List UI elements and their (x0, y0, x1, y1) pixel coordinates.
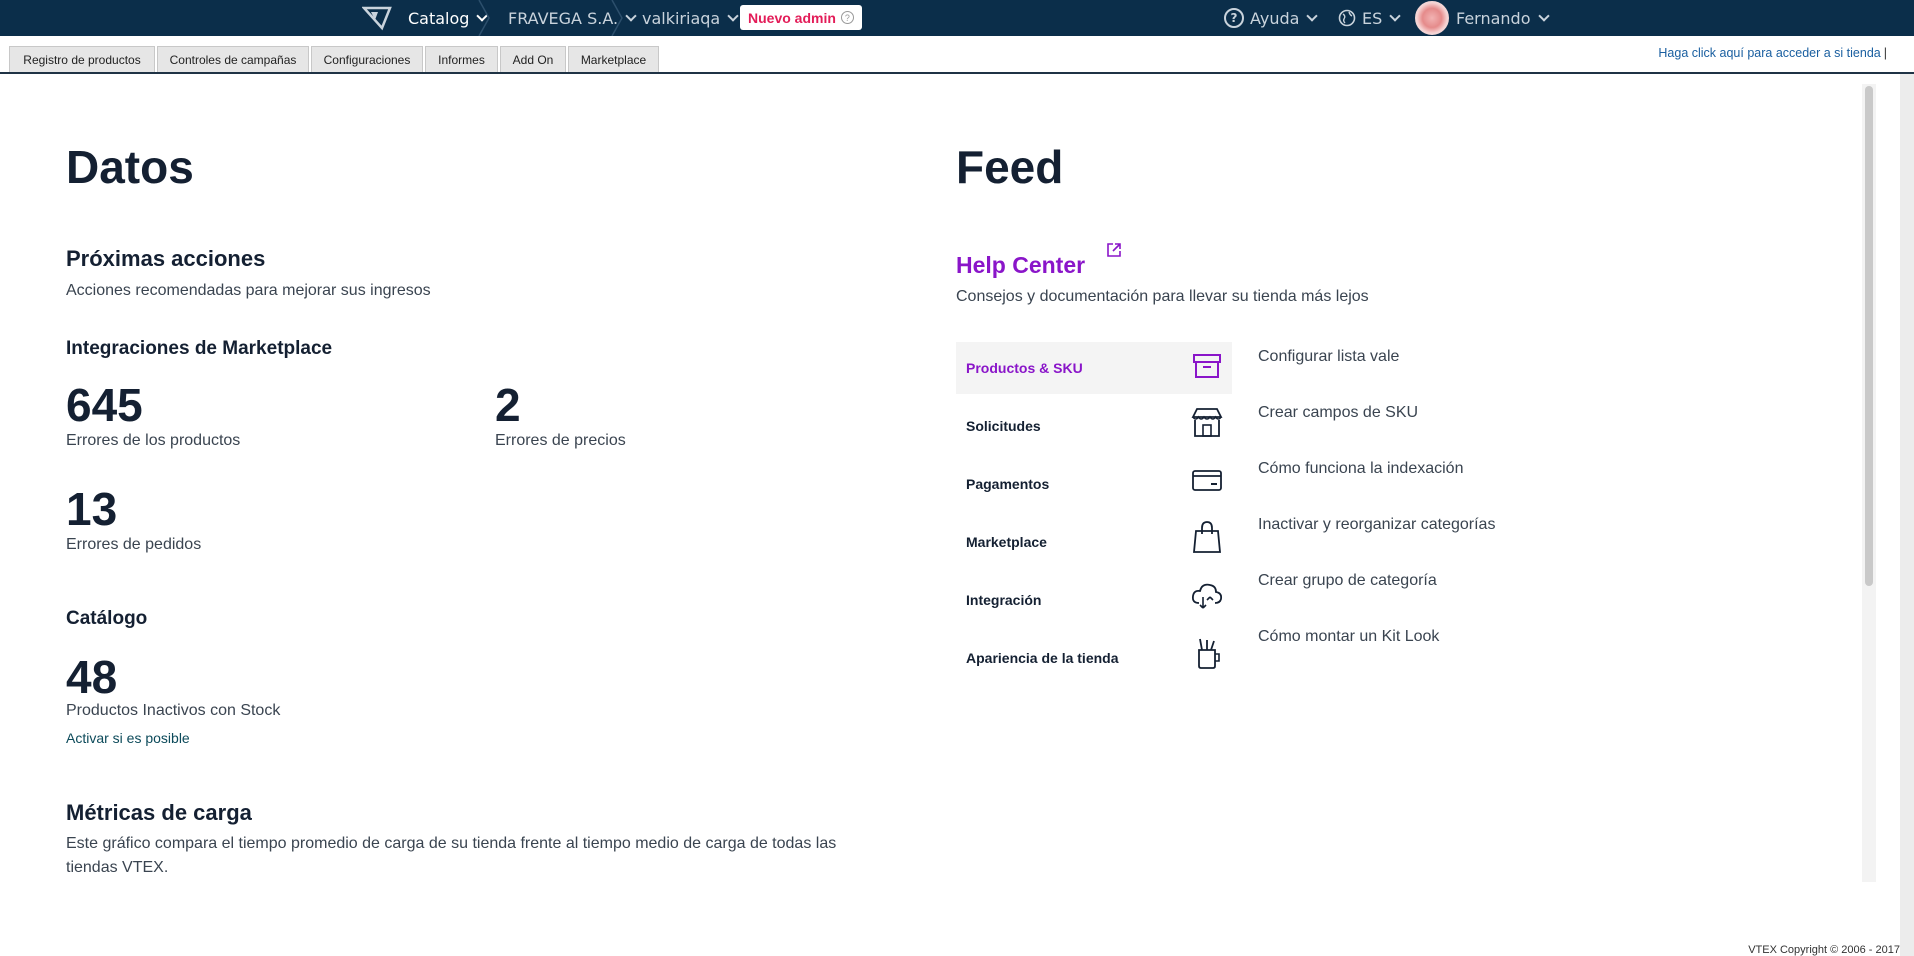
globe-icon (1338, 9, 1356, 27)
chevron-down-icon (1389, 9, 1401, 22)
tab-label: Registro de productos (23, 52, 141, 67)
article-link[interactable]: Crear campos de SKU (1258, 404, 1418, 422)
tab-add-on[interactable]: Add On (500, 46, 566, 72)
article-link[interactable]: Inactivar y reorganizar categorías (1258, 516, 1495, 534)
next-actions-subtitle: Acciones recomendadas para mejorar sus i… (66, 282, 431, 299)
tab-marketplace[interactable]: Marketplace (568, 46, 659, 72)
external-link-icon[interactable] (1106, 242, 1122, 258)
tab-registro-productos[interactable]: Registro de productos (9, 46, 155, 72)
load-metrics-description: Este gráfico compara el tiempo promedio … (66, 835, 837, 852)
tab-informes[interactable]: Informes (425, 46, 498, 72)
datos-title: Datos (66, 141, 194, 193)
credit-card-icon (1192, 470, 1222, 491)
help-menu[interactable]: ? Ayuda (1224, 0, 1319, 36)
category-label: Apariencia de la tienda (966, 650, 1119, 666)
language-label: ES (1362, 8, 1383, 28)
load-metrics-title: Métricas de carga (66, 800, 252, 825)
user-menu[interactable]: Fernando (1415, 0, 1550, 36)
article-link[interactable]: Crear grupo de categoría (1258, 572, 1437, 590)
article-link[interactable]: Configurar lista vale (1258, 348, 1399, 366)
category-label: Productos & SKU (966, 360, 1083, 376)
tab-configuraciones[interactable]: Configuraciones (311, 46, 423, 72)
price-errors-label: Errores de precios (495, 432, 626, 449)
category-label: Integración (966, 592, 1042, 608)
marketplace-integrations-title: Integraciones de Marketplace (66, 338, 333, 359)
chevron-down-icon (625, 9, 637, 22)
order-errors-value: 13 (66, 483, 118, 535)
tab-label: Informes (438, 52, 485, 67)
help-label: Ayuda (1250, 8, 1300, 28)
inactive-products-label: Productos Inactivos con Stock (66, 702, 281, 719)
tab-label: Add On (512, 52, 554, 67)
order-errors-label: Errores de pedidos (66, 536, 202, 553)
product-errors-label: Errores de los productos (66, 432, 241, 449)
shopping-bag-icon (1193, 521, 1221, 553)
load-metrics-description-cont: tiendas VTEX. (66, 859, 169, 876)
help-center-link[interactable]: Help Center (956, 252, 1085, 279)
workspace-switcher[interactable]: valkiriaqa (642, 0, 739, 36)
module-label: Catalog (408, 8, 470, 28)
store-link-label: Haga click aquí para acceder a si tienda (1658, 46, 1881, 60)
store-link[interactable]: Haga click aquí para acceder a si tienda… (1658, 46, 1887, 60)
next-actions-title: Próximas acciones (66, 246, 266, 271)
catalog-title: Catálogo (66, 608, 148, 629)
feed-title: Feed (956, 141, 1064, 193)
category-label: Pagamentos (966, 476, 1050, 492)
brush-cup-icon (1198, 638, 1220, 669)
store-icon (1191, 408, 1223, 437)
price-errors-value: 2 (495, 379, 521, 431)
help-circle-icon: ? (840, 11, 854, 24)
article-link[interactable]: Cómo funciona la indexación (1258, 460, 1463, 478)
new-admin-button[interactable]: Nuevo admin ? (740, 5, 862, 30)
inactive-products-value: 48 (66, 651, 118, 703)
new-admin-label: Nuevo admin (748, 9, 836, 26)
cloud-icon (1191, 583, 1223, 609)
user-label: Fernando (1456, 8, 1531, 28)
tabs-bar: Registro de productos Controles de campa… (0, 36, 1914, 74)
scrollbar-thumb[interactable] (1865, 86, 1873, 586)
tab-label: Controles de campañas (169, 52, 297, 67)
workspace-label: valkiriaqa (642, 8, 721, 28)
chevron-down-icon (1537, 9, 1550, 22)
breadcrumb-separator-icon (611, 0, 623, 36)
page-scrollbar[interactable] (1900, 74, 1914, 956)
tab-label: Configuraciones (323, 52, 411, 67)
account-label: FRAVEGA S.A. (508, 8, 619, 28)
copyright-footer: VTEX Copyright © 2006 - 2017 (1748, 944, 1900, 956)
help-center-subtitle: Consejos y documentación para llevar su … (956, 288, 1369, 305)
vtex-logo-icon[interactable] (362, 5, 392, 31)
tab-label: Marketplace (580, 52, 647, 67)
box-icon (1193, 354, 1221, 378)
tab-controles-campanas[interactable]: Controles de campañas (157, 46, 309, 72)
article-link[interactable]: Cómo montar un Kit Look (1258, 628, 1439, 646)
category-label: Marketplace (966, 534, 1047, 550)
chevron-down-icon (727, 9, 739, 22)
chevron-down-icon (1306, 9, 1319, 22)
category-label: Solicitudes (966, 418, 1041, 434)
language-menu[interactable]: ES (1338, 0, 1401, 36)
activate-link[interactable]: Activar si es posible (66, 730, 190, 746)
module-switcher[interactable]: Catalog (408, 0, 489, 36)
question-icon: ? (1224, 8, 1244, 28)
avatar (1415, 1, 1449, 35)
top-bar: Catalog FRAVEGA S.A. valkiriaqa Nuevo ad… (0, 0, 1914, 36)
breadcrumb-separator-icon (478, 0, 490, 36)
product-errors-value: 645 (66, 379, 143, 431)
